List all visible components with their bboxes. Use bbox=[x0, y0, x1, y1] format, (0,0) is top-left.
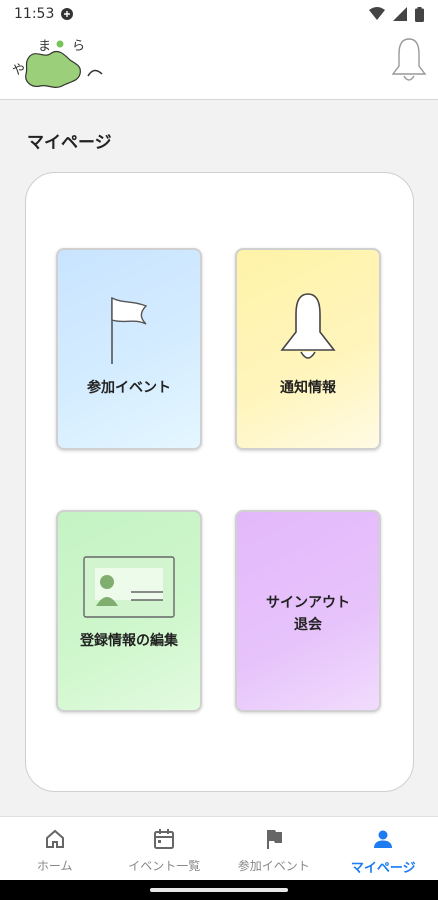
nav-home[interactable]: ホーム bbox=[0, 817, 110, 880]
nav-label: マイページ bbox=[350, 861, 416, 876]
gesture-handle[interactable] bbox=[150, 888, 288, 892]
person-icon bbox=[372, 827, 394, 851]
app-header: や ま ら bbox=[0, 28, 438, 100]
bottom-nav: ホーム イベント一覧 参加イベント マイページ bbox=[0, 816, 438, 880]
signal-icon bbox=[393, 7, 407, 21]
tile-edit-profile[interactable]: 登録情報の編集 bbox=[56, 510, 202, 712]
tile-signout[interactable]: サインアウト 退会 bbox=[235, 510, 381, 712]
svg-text:や: や bbox=[12, 63, 25, 78]
status-time: 11:53 bbox=[14, 6, 55, 22]
nav-joined-events[interactable]: 参加イベント bbox=[219, 817, 329, 880]
calendar-icon bbox=[153, 827, 175, 851]
svg-text:ま: ま bbox=[38, 39, 51, 54]
tile-label: 登録情報の編集 bbox=[80, 633, 178, 649]
system-gesture-bar bbox=[0, 880, 438, 900]
home-icon bbox=[44, 827, 66, 851]
tile-joined-events[interactable]: 参加イベント bbox=[56, 248, 202, 450]
bell-icon bbox=[237, 290, 379, 366]
svg-text:ら: ら bbox=[72, 39, 85, 54]
page-title: マイページ bbox=[27, 133, 112, 153]
app-logo[interactable]: や ま ら bbox=[8, 30, 108, 94]
flag-icon bbox=[263, 827, 285, 851]
nav-label: ホーム bbox=[36, 859, 73, 873]
nav-event-list[interactable]: イベント一覧 bbox=[110, 817, 220, 880]
tile-label: サインアウト 退会 bbox=[266, 595, 350, 633]
tile-notifications[interactable]: 通知情報 bbox=[235, 248, 381, 450]
nav-label: イベント一覧 bbox=[128, 859, 201, 873]
header-bell-button[interactable] bbox=[386, 34, 432, 86]
tile-label: 参加イベント bbox=[87, 380, 171, 396]
tile-label: 通知情報 bbox=[280, 380, 336, 396]
nav-label: 参加イベント bbox=[237, 859, 310, 873]
bell-icon bbox=[389, 36, 429, 84]
id-card-icon bbox=[58, 556, 200, 618]
battery-icon bbox=[415, 6, 424, 22]
flag-icon bbox=[58, 294, 200, 366]
wifi-icon bbox=[369, 7, 385, 21]
nav-mypage[interactable]: マイページ bbox=[329, 817, 438, 880]
status-bar: 11:53 bbox=[0, 0, 438, 28]
notification-icon bbox=[60, 7, 74, 21]
